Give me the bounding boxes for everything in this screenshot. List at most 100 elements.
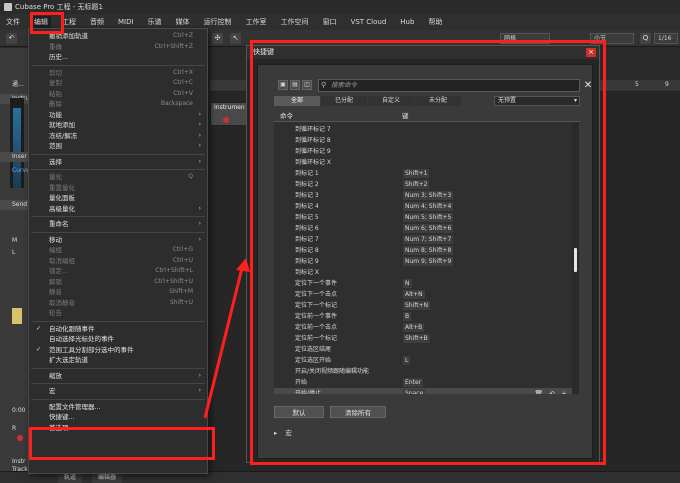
command-row[interactable]: 到标记 7 Num 7; Shift+7: [274, 234, 572, 245]
edit-menu-item[interactable]: 缩放 ›: [29, 371, 207, 381]
dialog-close-button[interactable]: ×: [586, 48, 596, 57]
menu-item[interactable]: 工作室: [246, 17, 267, 27]
edit-menu-item[interactable]: 移动 ›: [29, 235, 207, 245]
edit-menu-item[interactable]: 自动选择光标处的事件: [29, 334, 207, 344]
command-row[interactable]: 到循环标记 7: [274, 124, 572, 135]
command-row[interactable]: 定位下一个事件 N: [274, 278, 572, 289]
add-icon[interactable]: +: [561, 390, 567, 394]
menu-item[interactable]: Hub: [400, 18, 414, 26]
menu-item[interactable]: 窗口: [323, 17, 337, 27]
filter-tab-custom[interactable]: 自定义: [368, 96, 414, 106]
export-icon[interactable]: ▤: [290, 80, 300, 90]
clear-all-button[interactable]: 清除所有: [330, 406, 386, 418]
filter-tab-unassigned[interactable]: 未分配: [415, 96, 461, 106]
command-row[interactable]: 到标记 5 Num 5; Shift+5: [274, 212, 572, 223]
command-key: L: [403, 356, 411, 365]
record-enable-icon[interactable]: [17, 435, 23, 441]
menu-item[interactable]: MIDI: [118, 18, 134, 26]
undo-icon[interactable]: ↶: [6, 33, 17, 44]
macro-section[interactable]: ▸ 宏: [274, 427, 292, 437]
menu-item[interactable]: 工程: [62, 17, 76, 27]
command-row[interactable]: 定位前一个标记 Shift+B: [274, 333, 572, 344]
command-row[interactable]: 开始 Enter: [274, 377, 572, 388]
pointer-tool-icon[interactable]: ↖: [230, 33, 241, 44]
fader-handle[interactable]: [12, 308, 22, 324]
edit-menu-item[interactable]: 快捷键...: [29, 412, 207, 422]
edit-menu-item[interactable]: 首选项...: [29, 423, 207, 433]
filter-tab-all[interactable]: 全部: [274, 96, 320, 106]
command-row[interactable]: 到标记 2 Shift+2: [274, 179, 572, 190]
edit-menu-item[interactable]: 就地添加 ›: [29, 120, 207, 130]
edit-menu-item[interactable]: 撤销添加轨道 Ctrl+Z: [29, 31, 207, 41]
filter-tab-assigned[interactable]: 已分配: [321, 96, 367, 106]
edit-menu-item[interactable]: 选择 ›: [29, 157, 207, 167]
quantize-value[interactable]: 1/16: [654, 33, 678, 44]
edit-menu-item[interactable]: 冻结/解冻 ›: [29, 131, 207, 141]
window-title: Cubase Pro 工程 - 无标题1: [15, 3, 103, 11]
command-row[interactable]: 定位下一个击点 Alt+N: [274, 289, 572, 300]
preset-select[interactable]: 无预置 ▾: [494, 96, 580, 106]
command-row[interactable]: 到标记 3 Num 3; Shift+3: [274, 190, 572, 201]
menu-item[interactable]: 工作空间: [281, 17, 309, 27]
edit-menu-item[interactable]: 扩大选定轨道: [29, 355, 207, 365]
command-row[interactable]: 到标记 X: [274, 267, 572, 278]
command-key: Num 9; Shift+9: [403, 257, 454, 266]
delete-icon[interactable]: 🗑: [534, 390, 543, 394]
edit-menu-item[interactable]: 范围 ›: [29, 141, 207, 151]
scrollbar-thumb[interactable]: [574, 248, 577, 272]
edit-menu-item: 重置量化: [29, 183, 207, 193]
command-row[interactable]: 到循环标记 8: [274, 135, 572, 146]
edit-menu-item: 编组 Ctrl+G: [29, 245, 207, 255]
search-input[interactable]: 搜索命令: [318, 79, 580, 92]
menu-item[interactable]: 乐谱: [148, 17, 162, 27]
default-button[interactable]: 默认: [274, 406, 324, 418]
edit-menu-item[interactable]: 自动化跟随事件 ✓: [29, 324, 207, 334]
command-list-scrollbar[interactable]: [572, 122, 579, 394]
track-record-icon[interactable]: [223, 117, 229, 123]
edit-menu-item[interactable]: 重命名 ›: [29, 219, 207, 229]
menu-separator: [31, 169, 205, 170]
command-row[interactable]: 定位前一个击点 Alt+B: [274, 322, 572, 333]
grid-type-select[interactable]: 小节: [590, 33, 634, 44]
command-row[interactable]: 开始/停止 Space 🗑 ↶ +: [274, 388, 572, 394]
command-row[interactable]: 开启/关闭视频跟随编辑功能: [274, 366, 572, 377]
edit-menu-item[interactable]: 范围工具分割部分选中的事件 ✓: [29, 345, 207, 355]
menu-item-label: 范围: [49, 142, 62, 150]
command-row[interactable]: 到循环标记 9: [274, 146, 572, 157]
quantize-icon[interactable]: Q: [640, 33, 651, 44]
menu-item[interactable]: 音频: [90, 17, 104, 27]
command-list[interactable]: 到循环标记 7 到循环标记 8 到循环标记 9 到循环标记 X 到标记 1 Shift+1…: [274, 122, 572, 394]
menu-item[interactable]: VST Cloud: [351, 18, 387, 26]
menu-item[interactable]: 文件: [6, 17, 20, 27]
clear-search-icon[interactable]: ✕: [582, 79, 594, 92]
edit-menu-item[interactable]: 历史...: [29, 52, 207, 62]
menu-item-label: 量化: [49, 173, 62, 181]
edit-menu-item[interactable]: 配置文件管理器...: [29, 402, 207, 412]
menu-item[interactable]: 运行控制: [204, 17, 232, 27]
command-row[interactable]: 到标记 6 Num 6; Shift+6: [274, 223, 572, 234]
edit-menu-item[interactable]: 宏 ›: [29, 386, 207, 396]
command-row[interactable]: 到标记 1 Shift+1: [274, 168, 572, 179]
command-row[interactable]: 到标记 9 Num 9; Shift+9: [274, 256, 572, 267]
command-row[interactable]: 到标记 8 Num 8; Shift+8: [274, 245, 572, 256]
command-row[interactable]: 定位下一个标记 Shift+N: [274, 300, 572, 311]
edit-menu-item[interactable]: 量化面板: [29, 193, 207, 203]
menu-separator: [31, 398, 205, 400]
menu-item[interactable]: 媒体: [176, 17, 190, 27]
command-row[interactable]: 定位选区结尾: [274, 344, 572, 355]
command-row[interactable]: 定位选区开始 L: [274, 355, 572, 366]
command-row[interactable]: 到标记 4 Num 4; Shift+4: [274, 201, 572, 212]
menu-item[interactable]: 帮助: [428, 17, 442, 27]
tab-tracks[interactable]: 轨道: [58, 473, 83, 483]
folder-icon[interactable]: ◫: [302, 80, 312, 90]
edit-menu-item[interactable]: 高级量化 ›: [29, 204, 207, 214]
snap-type-select[interactable]: 网格: [500, 33, 550, 44]
command-row[interactable]: 定位前一个事件 B: [274, 311, 572, 322]
tab-editor[interactable]: 编辑器: [92, 473, 123, 483]
command-row[interactable]: 到循环标记 X: [274, 157, 572, 168]
reset-icon[interactable]: ↶: [549, 390, 555, 394]
tool-icon[interactable]: ✣: [212, 33, 223, 44]
menu-item[interactable]: 编辑: [31, 16, 51, 28]
import-icon[interactable]: ▣: [278, 80, 288, 90]
edit-menu-item[interactable]: 功能 ›: [29, 110, 207, 120]
